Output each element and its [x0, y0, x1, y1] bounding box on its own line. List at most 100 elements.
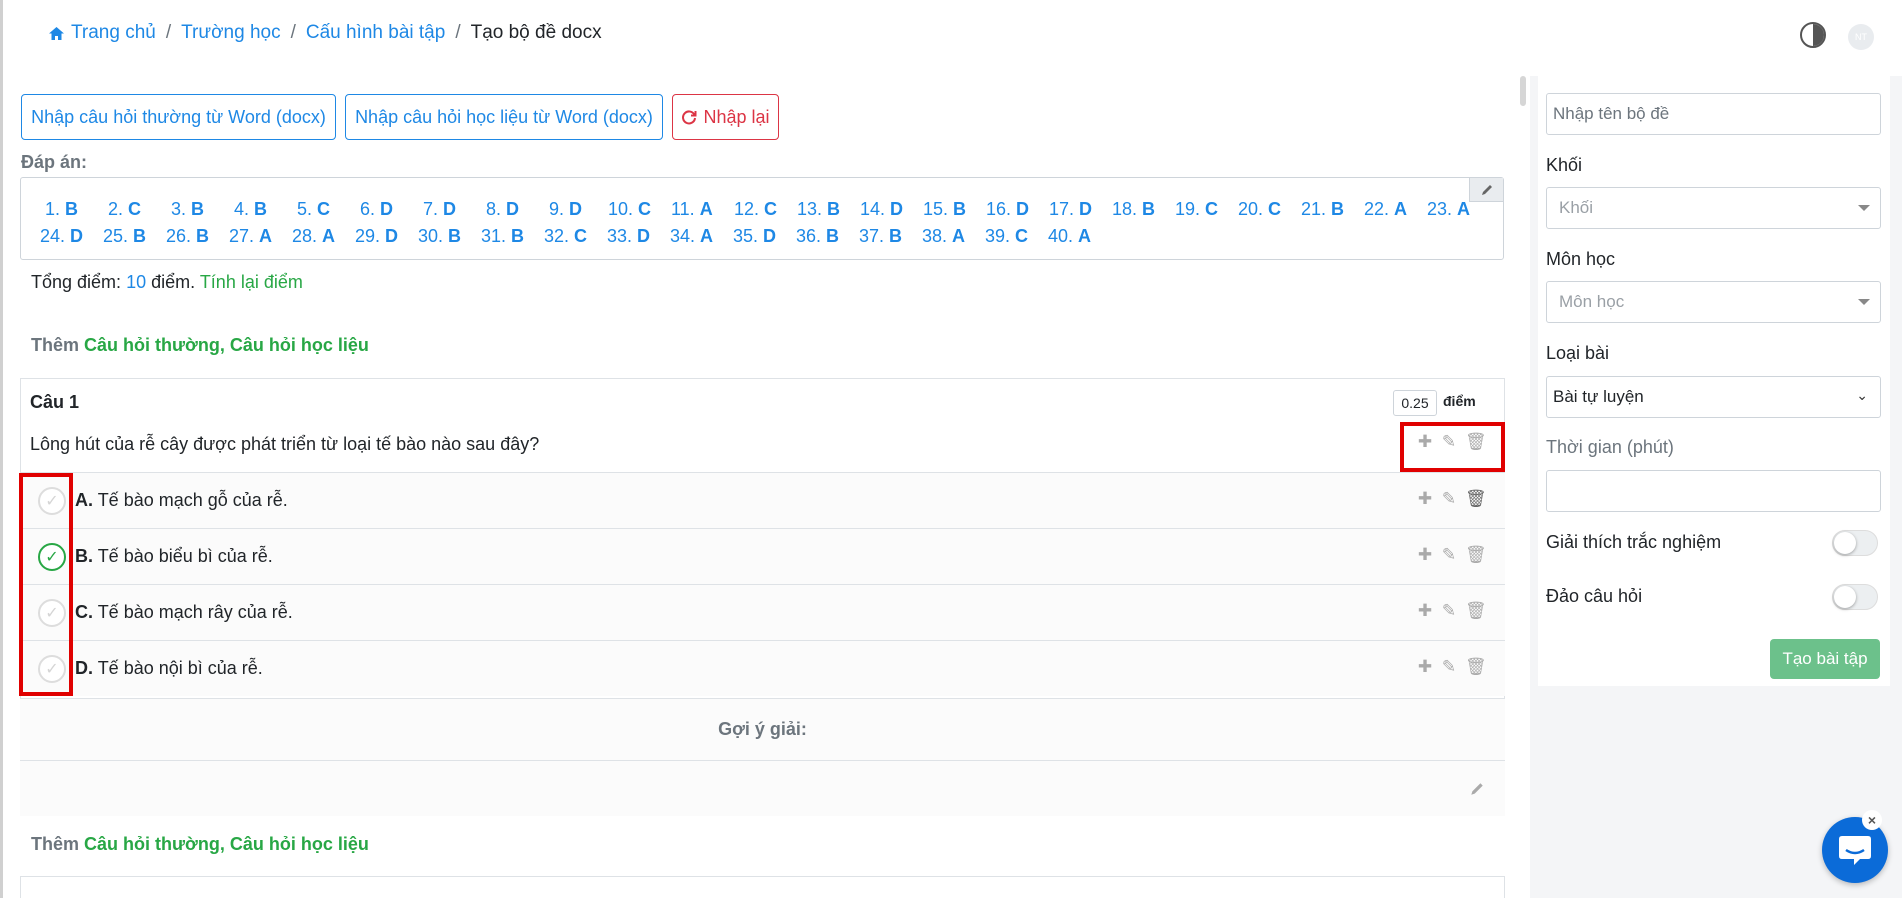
- import-normal-button[interactable]: Nhập câu hỏi thường từ Word (docx): [21, 94, 336, 140]
- answer-item: 14. D: [860, 199, 904, 219]
- breadcrumb-separator: /: [165, 22, 172, 43]
- answer-item: 16. D: [986, 199, 1030, 219]
- add-prefix: Thêm: [31, 834, 80, 854]
- answer-item: 9. D: [549, 199, 583, 219]
- scrollbar[interactable]: [1520, 76, 1526, 106]
- answer-item: 38. A: [922, 226, 966, 246]
- answer-item: 31. B: [481, 226, 525, 246]
- question-title: Câu 1: [30, 392, 80, 412]
- breadcrumb-current: Tạo bộ đề docx: [470, 22, 602, 43]
- grade-label: Khối: [1546, 155, 1583, 175]
- answer-item: 3. B: [171, 199, 205, 219]
- refresh-icon: [682, 110, 697, 125]
- add-question-links[interactable]: Câu hỏi thường, Câu hỏi học liệu: [84, 834, 369, 854]
- explain-toggle[interactable]: [1832, 530, 1878, 556]
- pencil-icon[interactable]: ✎: [1441, 489, 1457, 509]
- reset-button-label: Nhập lại: [703, 106, 770, 127]
- breadcrumb-school[interactable]: Trường học: [181, 22, 280, 44]
- breadcrumb-separator: /: [455, 22, 461, 43]
- breadcrumb: Trang chủ / Trường học / Cấu hình bài tậ…: [48, 22, 602, 44]
- hint-label: Gợi ý giải:: [718, 719, 807, 739]
- answer-item: 24. D: [40, 226, 84, 246]
- reset-button[interactable]: Nhập lại: [672, 94, 779, 140]
- option-actions: ✚ ✎ 🗑: [1417, 601, 1487, 621]
- add-question-links[interactable]: Câu hỏi thường, Câu hỏi học liệu: [84, 335, 369, 355]
- trash-icon[interactable]: 🗑: [1465, 601, 1487, 621]
- chevron-down-icon: [1858, 205, 1870, 211]
- pencil-icon[interactable]: [1469, 781, 1485, 797]
- highlight-box-checks: [19, 473, 73, 696]
- plus-icon[interactable]: ✚: [1417, 601, 1433, 621]
- add-question-line: Thêm Câu hỏi thường, Câu hỏi học liệu: [31, 834, 369, 855]
- add-question-line: Thêm Câu hỏi thường, Câu hỏi học liệu: [31, 335, 369, 356]
- breadcrumb-config[interactable]: Cấu hình bài tập: [306, 22, 445, 44]
- total-suffix: điểm.: [151, 272, 196, 292]
- question-score-input[interactable]: 0.25: [1393, 390, 1437, 416]
- grade-select[interactable]: Khối: [1546, 187, 1881, 229]
- answer-item: 32. C: [544, 226, 588, 246]
- answer-item: 33. D: [607, 226, 651, 246]
- option-row: ✓ C. Tế bào mạch rây của rễ. ✚ ✎ 🗑: [20, 584, 1505, 640]
- answer-item: 18. B: [1112, 199, 1156, 219]
- option-text: C. Tế bào mạch rây của rễ.: [75, 602, 293, 622]
- type-label: Loại bài: [1546, 343, 1610, 363]
- total-prefix: Tổng điểm:: [31, 272, 122, 292]
- answer-item: 28. A: [292, 226, 336, 246]
- time-input[interactable]: [1546, 470, 1881, 512]
- pencil-icon[interactable]: ✎: [1441, 545, 1457, 565]
- answer-item: 40. A: [1048, 226, 1092, 246]
- question-text: Lông hút của rễ cây được phát triển từ l…: [30, 434, 540, 454]
- answer-item: 29. D: [355, 226, 399, 246]
- plus-icon[interactable]: ✚: [1417, 545, 1433, 565]
- trash-icon[interactable]: 🗑: [1465, 489, 1487, 509]
- theme-contrast-icon[interactable]: [1800, 22, 1826, 48]
- shuffle-toggle[interactable]: [1832, 584, 1878, 610]
- avatar[interactable]: NT: [1848, 24, 1874, 50]
- breadcrumb-separator: /: [290, 22, 296, 43]
- option-actions: ✚ ✎ 🗑: [1417, 657, 1487, 677]
- answer-item: 26. B: [166, 226, 210, 246]
- answer-item: 7. D: [423, 199, 457, 219]
- answer-item: 30. B: [418, 226, 462, 246]
- trash-icon[interactable]: 🗑: [1465, 545, 1487, 565]
- option-text: D. Tế bào nội bì của rễ.: [75, 658, 263, 678]
- subject-select[interactable]: Môn học: [1546, 281, 1881, 323]
- recalc-score-link[interactable]: Tính lại điểm: [200, 272, 303, 292]
- plus-icon[interactable]: ✚: [1417, 657, 1433, 677]
- answer-item: 27. A: [229, 226, 273, 246]
- option-actions: ✚ ✎ 🗑: [1417, 489, 1487, 509]
- home-icon: [49, 26, 64, 40]
- hint-header: Gợi ý giải:: [20, 698, 1505, 760]
- answer-item: 25. B: [103, 226, 147, 246]
- create-exercise-button[interactable]: Tạo bài tập: [1770, 639, 1880, 679]
- answer-item: 17. D: [1049, 199, 1093, 219]
- exam-name-input[interactable]: Nhập tên bộ đề: [1546, 93, 1881, 135]
- subject-label: Môn học: [1546, 249, 1616, 269]
- option-text: B. Tế bào biểu bì của rễ.: [75, 546, 273, 566]
- answer-item: 37. B: [859, 226, 903, 246]
- option-actions: ✚ ✎ 🗑: [1417, 545, 1487, 565]
- answers-edit-button[interactable]: [1469, 178, 1503, 202]
- answer-item: 23. A: [1427, 199, 1471, 219]
- trash-icon[interactable]: 🗑: [1465, 657, 1487, 677]
- breadcrumb-home[interactable]: Trang chủ: [48, 22, 156, 44]
- chevron-down-icon: ⌄: [1856, 387, 1868, 403]
- import-material-button[interactable]: Nhập câu hỏi học liệu từ Word (docx): [345, 94, 663, 140]
- hint-body: [20, 760, 1505, 816]
- shuffle-label: Đảo câu hỏi: [1546, 586, 1643, 606]
- pencil-icon[interactable]: ✎: [1441, 601, 1457, 621]
- total-value: 10: [126, 272, 147, 292]
- chat-close-icon[interactable]: ×: [1862, 810, 1882, 830]
- answer-item: 4. B: [234, 199, 268, 219]
- option-row: ✓ B. Tế bào biểu bì của rễ. ✚ ✎ 🗑: [20, 528, 1505, 584]
- answer-item: 6. D: [360, 199, 394, 219]
- plus-icon[interactable]: ✚: [1417, 489, 1433, 509]
- answer-item: 39. C: [985, 226, 1029, 246]
- add-prefix: Thêm: [31, 335, 80, 355]
- answer-item: 34. A: [670, 226, 714, 246]
- type-select[interactable]: Bài tự luyện ⌄: [1546, 376, 1881, 418]
- pencil-icon[interactable]: ✎: [1441, 657, 1457, 677]
- question-card: [20, 876, 1505, 898]
- answer-item: 11. A: [671, 199, 713, 219]
- answer-item: 20. C: [1238, 199, 1282, 219]
